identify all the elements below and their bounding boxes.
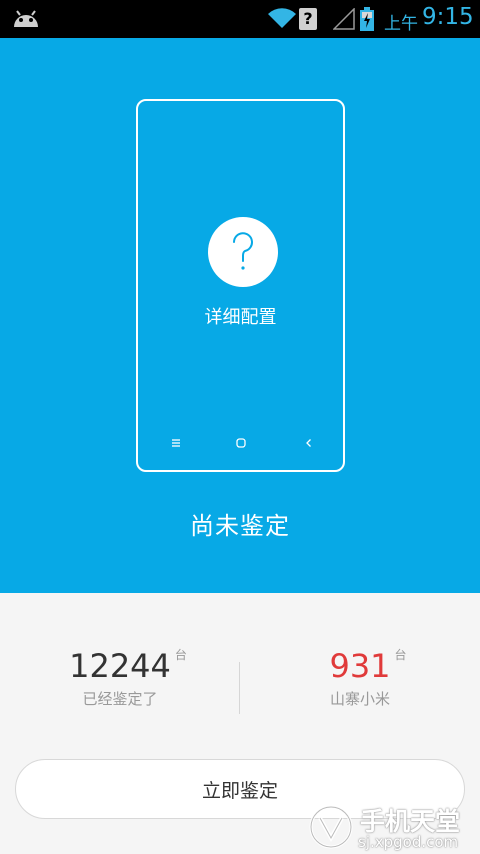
clock-ampm: 上午 <box>384 14 418 34</box>
home-icon <box>236 433 246 452</box>
appraised-unit: 台 <box>174 648 187 662</box>
hero-panel: 详细配置 尚未鉴定 <box>0 38 480 593</box>
counterfeit-stat: 931 台 山寨小米 <box>240 648 480 709</box>
detail-config-button[interactable] <box>208 217 278 287</box>
counterfeit-count: 931 <box>329 647 391 685</box>
watermark: 手机天堂 sj.xpgod.com <box>302 800 480 854</box>
battery-icon <box>360 7 374 35</box>
appraised-caption: 已经鉴定了 <box>82 690 158 708</box>
counterfeit-caption: 山寨小米 <box>329 690 390 708</box>
wifi-icon <box>267 6 297 34</box>
appraised-count: 12244 <box>69 647 171 685</box>
stats-panel: 12244 台 已经鉴定了 931 台 山寨小米 <box>0 593 480 723</box>
watermark-url: sj.xpgod.com <box>358 833 459 851</box>
detail-config-label: 详细配置 <box>204 307 277 328</box>
menu-icon <box>171 433 181 452</box>
android-icon <box>12 9 40 33</box>
status-bar: ? 上午 9:15 <box>0 0 480 38</box>
watermark-logo-icon <box>306 804 356 854</box>
appraised-stat: 12244 台 已经鉴定了 <box>0 648 240 709</box>
sim-status-icon: ? <box>299 8 317 30</box>
question-icon <box>233 232 253 270</box>
stats-divider <box>239 662 240 714</box>
signal-icon <box>332 7 355 34</box>
phone-outline: 详细配置 <box>136 99 345 472</box>
appraisal-status: 尚未鉴定 <box>190 512 290 540</box>
clock-time: 9:15 <box>422 4 474 30</box>
back-icon <box>304 433 314 452</box>
counterfeit-unit: 台 <box>394 648 407 662</box>
